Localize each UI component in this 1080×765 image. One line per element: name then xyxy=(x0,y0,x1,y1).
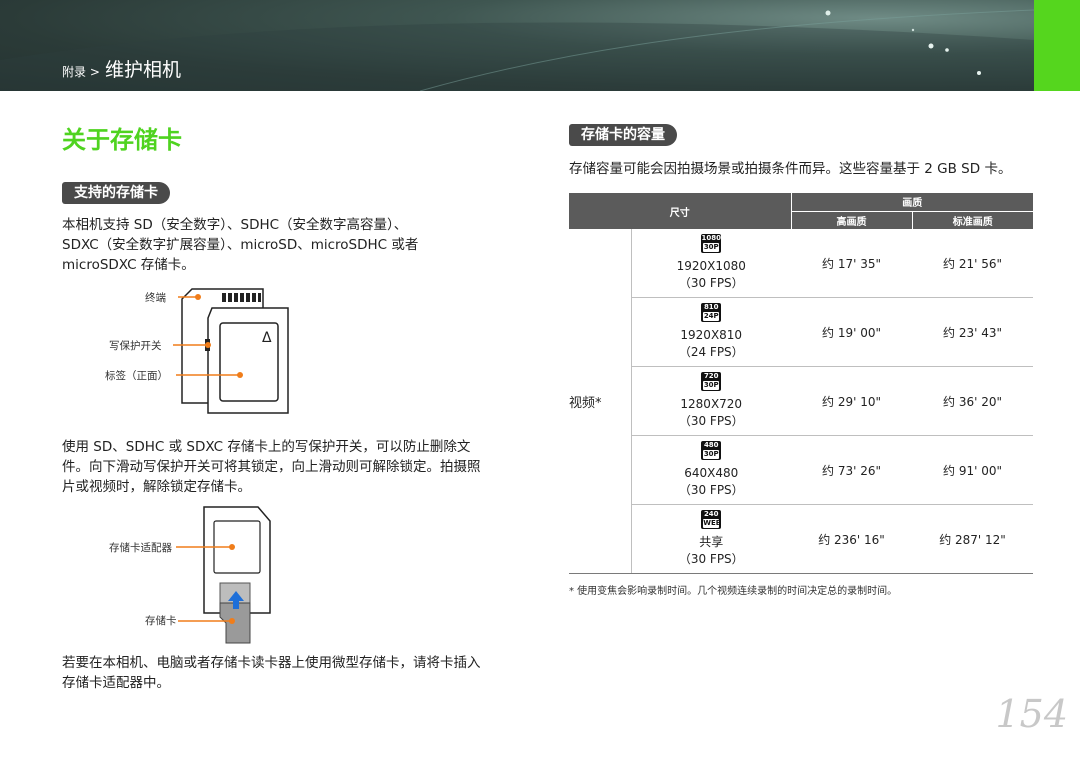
breadcrumb-parent: 附录 > xyxy=(62,65,100,79)
capacity-description: 存储容量可能会因拍摄场景或拍摄条件而异。这些容量基于 2 GB SD 卡。 xyxy=(569,161,1012,177)
fps-label: （30 FPS） xyxy=(678,552,744,566)
size-cell: 720 30P 1280X720 （30 FPS） xyxy=(631,366,791,436)
label-terminal: 终端 xyxy=(145,292,166,304)
intro-line-3: microSDXC 存储卡。 xyxy=(62,257,195,273)
lock-line-2: 件。向下滑动写保护开关可将其锁定，向上滑动则可解除锁定。拍摄照 xyxy=(62,459,481,475)
fps-label: （30 FPS） xyxy=(678,483,744,497)
micro-line-2: 存储卡适配器中。 xyxy=(62,675,170,691)
resolution-1080-icon: 1080 30P xyxy=(701,234,722,253)
high-quality-time: 约 17' 35" xyxy=(791,229,912,298)
header-quality: 画质 xyxy=(791,193,1033,212)
high-quality-time: 约 236' 16" xyxy=(791,504,912,574)
adapter-illustration xyxy=(176,506,271,644)
high-quality-time: 约 73' 26" xyxy=(791,435,912,505)
table-row: 480 30P 640X480 （30 FPS） 约 73' 26" 约 91' … xyxy=(569,435,1033,505)
micro-paragraph: 若要在本相机、电脑或者存储卡读卡器上使用微型存储卡，请将卡插入 存储卡适配器中。 xyxy=(62,653,542,693)
lock-paragraph: 使用 SD、SDHC 或 SDXC 存储卡上的写保护开关，可以防止删除文 件。向… xyxy=(62,437,542,497)
card-lock-mark: Δ xyxy=(262,330,272,346)
standard-quality-time: 约 287' 12" xyxy=(912,504,1033,574)
size-label: 1280X720 xyxy=(680,397,743,411)
table-row: 810 24P 1920X810 （24 FPS） 约 19' 00" 约 23'… xyxy=(569,297,1033,367)
table-bottom-rule xyxy=(569,573,1033,574)
size-label: 640X480 xyxy=(684,466,739,480)
capacity-table: 尺寸 画质 高画质 标准画质 视频* 1080 30P 1920X1080 （30… xyxy=(569,193,1033,574)
label-card: 存储卡 xyxy=(145,615,177,627)
intro-paragraph: 本相机支持 SD（安全数字）、SDHC（安全数字高容量）、 SDXC（安全数字扩… xyxy=(62,215,542,275)
lock-line-3: 片或视频时，解除锁定存储卡。 xyxy=(62,479,251,495)
intro-line-1: 本相机支持 SD（安全数字）、SDHC（安全数字高容量）、 xyxy=(62,217,408,233)
page-number: 154 xyxy=(995,692,1068,736)
standard-quality-time: 约 21' 56" xyxy=(912,229,1033,298)
resolution-810-icon: 810 24P xyxy=(701,303,722,322)
table-row: 720 30P 1280X720 （30 FPS） 约 29' 10" 约 36'… xyxy=(569,366,1033,436)
label-adapter: 存储卡适配器 xyxy=(109,542,172,554)
section-supported-cards: 支持的存储卡 xyxy=(62,182,170,204)
footnote: * 使用变焦会影响录制时间。几个视频连续录制的时间决定总的录制时间。 xyxy=(569,586,898,597)
page-title: 关于存储卡 xyxy=(62,126,182,154)
section-card-capacity: 存储卡的容量 xyxy=(569,124,677,146)
green-edge-tab xyxy=(1034,0,1080,91)
resolution-480-icon: 480 30P xyxy=(701,441,722,460)
standard-quality-time: 约 91' 00" xyxy=(912,435,1033,505)
size-cell: 810 24P 1920X810 （24 FPS） xyxy=(631,297,791,367)
high-quality-time: 约 29' 10" xyxy=(791,366,912,436)
label-write-protect: 写保护开关 xyxy=(109,340,162,352)
size-cell: 240 WEB 共享 （30 FPS） xyxy=(631,504,791,574)
table-row: 视频* 1080 30P 1920X1080 （30 FPS） 约 17' 35"… xyxy=(569,229,1033,574)
header-size: 尺寸 xyxy=(569,193,792,229)
size-cell: 1080 30P 1920X1080 （30 FPS） xyxy=(631,229,791,298)
intro-line-2: SDXC（安全数字扩展容量）、microSD、microSDHC 或者 xyxy=(62,237,419,253)
size-label: 1920X1080 xyxy=(676,259,746,273)
lock-line-1: 使用 SD、SDHC 或 SDXC 存储卡上的写保护开关，可以防止删除文 xyxy=(62,439,471,455)
resolution-720-icon: 720 30P xyxy=(701,372,722,391)
resolution-240-web-icon: 240 WEB xyxy=(701,510,722,529)
micro-line-1: 若要在本相机、电脑或者存储卡读卡器上使用微型存储卡，请将卡插入 xyxy=(62,655,481,671)
breadcrumb-current: 维护相机 xyxy=(104,59,181,81)
standard-quality-time: 约 36' 20" xyxy=(912,366,1033,436)
standard-quality-time: 约 23' 43" xyxy=(912,297,1033,367)
fps-label: （30 FPS） xyxy=(678,276,744,290)
size-label: 共享 xyxy=(699,535,724,549)
size-cell: 480 30P 640X480 （30 FPS） xyxy=(631,435,791,505)
table-row: 240 WEB 共享 （30 FPS） 约 236' 16" 约 287' 12" xyxy=(569,504,1033,574)
fps-label: （24 FPS） xyxy=(678,345,744,359)
header-standard-quality: 标准画质 xyxy=(912,211,1033,229)
category-video: 视频* xyxy=(569,229,632,574)
sd-card-illustration xyxy=(173,288,289,414)
label-front: 标签（正面） xyxy=(105,370,168,382)
breadcrumb: 附录 > 维护相机 xyxy=(62,55,181,82)
high-quality-time: 约 19' 00" xyxy=(791,297,912,367)
fps-label: （30 FPS） xyxy=(678,414,744,428)
header-high-quality: 高画质 xyxy=(791,211,913,229)
size-label: 1920X810 xyxy=(680,328,743,342)
